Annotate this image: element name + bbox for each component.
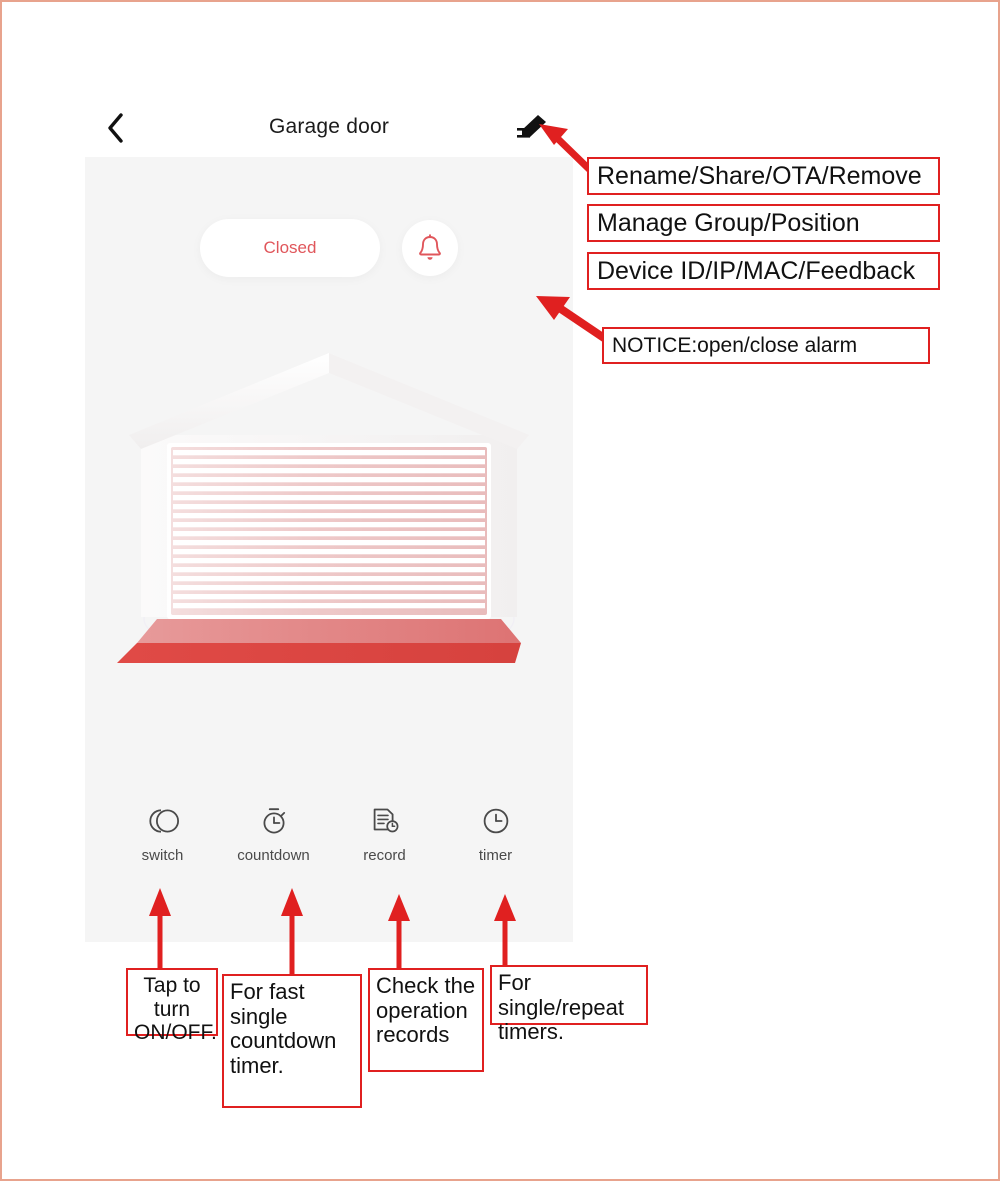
toolbar-item-record[interactable]: record xyxy=(337,804,433,864)
annotated-app-screenshot: Garage door Closed switch countdown reco… xyxy=(0,0,1000,1181)
status-badge[interactable]: Closed xyxy=(200,219,380,277)
edit-button[interactable] xyxy=(513,109,553,145)
status-row: Closed xyxy=(85,217,573,279)
app-body: Closed switch countdown record timer xyxy=(85,157,573,942)
annotation-timer: For single/repeat timers. xyxy=(490,965,648,1044)
document-clock-icon xyxy=(370,804,400,838)
annotation-notice-alarm: NOTICE:open/close alarm xyxy=(602,327,930,364)
toolbar-label-record: record xyxy=(363,847,406,864)
annotation-countdown: For fast single countdown timer. xyxy=(222,974,362,1108)
annotation-device-info: Device ID/IP/MAC/Feedback xyxy=(587,252,940,290)
garage-door-illustration xyxy=(85,347,573,687)
clock-icon xyxy=(481,804,511,838)
annotation-record: Check the operation records xyxy=(368,968,484,1072)
alarm-button[interactable] xyxy=(402,220,458,276)
annotation-switch: Tap to turn ON/OFF. xyxy=(126,968,218,1044)
app-screen: Garage door Closed switch countdown reco… xyxy=(85,97,573,942)
toggle-switch-icon xyxy=(146,804,180,838)
stopwatch-icon xyxy=(259,804,289,838)
page-title: Garage door xyxy=(268,115,390,138)
garage-door-closed-illustration xyxy=(117,353,529,665)
annotation-manage-group: Manage Group/Position xyxy=(587,204,940,242)
bell-icon xyxy=(419,234,441,260)
bottom-toolbar: switch countdown record timer xyxy=(85,804,573,884)
toolbar-item-countdown[interactable]: countdown xyxy=(226,804,322,864)
pencil-edit-icon xyxy=(517,115,546,138)
annotation-rename: Rename/Share/OTA/Remove xyxy=(587,157,940,195)
toolbar-item-timer[interactable]: timer xyxy=(448,804,544,864)
toolbar-label-timer: timer xyxy=(478,847,513,864)
app-header: Garage door xyxy=(85,97,573,157)
toolbar-label-countdown: countdown xyxy=(237,847,310,864)
toolbar-item-switch[interactable]: switch xyxy=(115,804,211,864)
toolbar-label-switch: switch xyxy=(141,847,184,864)
